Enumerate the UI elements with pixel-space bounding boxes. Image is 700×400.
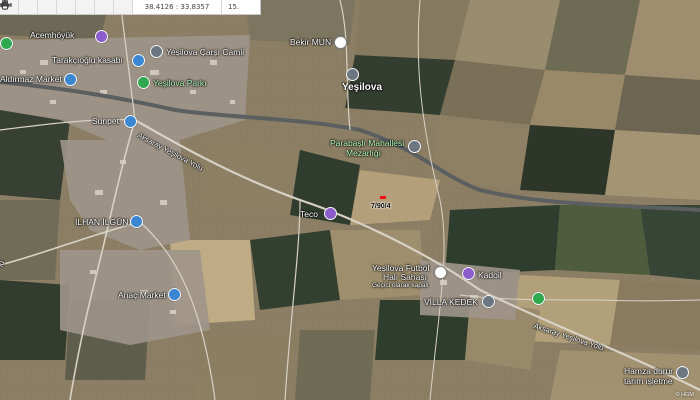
stadium-pin-icon[interactable] xyxy=(434,266,447,279)
label-kadoil[interactable]: Kadoil xyxy=(478,270,502,280)
map-toolbar: 38.4126 : 33.8357 15. xyxy=(0,0,261,15)
label-villa-kedek[interactable]: VİLLA KEDEK xyxy=(424,297,478,307)
market-pin-icon-2[interactable] xyxy=(168,288,181,301)
star-icon[interactable] xyxy=(0,0,95,14)
locate-icon[interactable] xyxy=(0,0,57,14)
print-icon[interactable] xyxy=(0,0,133,14)
refresh-icon[interactable] xyxy=(1,0,38,14)
label-futbol-2[interactable]: Halı Sahası xyxy=(383,272,427,282)
label-yesilova-town[interactable]: Yeşilova xyxy=(342,82,382,93)
label-anac-market[interactable]: Anaç Market xyxy=(118,290,166,300)
location-pin-icon[interactable] xyxy=(346,68,359,81)
zoom-level: 15. xyxy=(222,0,260,14)
market-pin-icon[interactable] xyxy=(64,73,77,86)
map-attribution: © HGM xyxy=(675,392,694,398)
label-tarakcioglu[interactable]: Tarakçıoğlu kasabı xyxy=(52,55,123,65)
label-parabasli-2[interactable]: Mezarlığı xyxy=(346,148,381,158)
label-hamza-2[interactable]: tarım işletme xyxy=(624,376,673,386)
label-hamza-1[interactable]: Hamza durur xyxy=(624,366,673,376)
label-sunpet[interactable]: Sunpet xyxy=(92,116,119,126)
label-parabasli-1[interactable]: Parabaşlı Mahallesi xyxy=(330,138,404,148)
place-pin-icon[interactable] xyxy=(334,36,347,49)
cemetery-pin-icon[interactable] xyxy=(408,140,421,153)
label-aldirmaz[interactable]: Aldırmaz Market xyxy=(0,74,62,84)
shop-pin-icon[interactable] xyxy=(132,54,145,67)
label-ilhan-ilgun[interactable]: İLHAN İLGÜN xyxy=(75,217,128,227)
tree-pin-icon[interactable] xyxy=(532,292,545,305)
label-acemhoyuk[interactable]: Acemhöyük xyxy=(30,30,74,40)
coordinates-readout: 38.4126 : 33.8357 xyxy=(133,0,222,14)
label-bekir-mun[interactable]: Bekir MUN xyxy=(290,37,331,47)
label-yesilova-carsi-camii[interactable]: Yeşilova Çarşı Camii xyxy=(166,47,244,57)
farm-pin-icon[interactable] xyxy=(676,366,689,379)
shop-pin-icon-2[interactable] xyxy=(130,215,143,228)
parcel-marker[interactable] xyxy=(380,196,386,199)
label-gecici: Geçici olarak kapalı xyxy=(372,282,429,289)
park-pin-icon[interactable] xyxy=(0,37,13,50)
poi-acemhoyuk-icon[interactable] xyxy=(95,30,108,43)
villa-pin-icon[interactable] xyxy=(482,295,495,308)
measure-icon[interactable] xyxy=(0,0,114,14)
gas-station-icon[interactable] xyxy=(124,115,137,128)
fuel-pin-icon[interactable] xyxy=(324,207,337,220)
fuel-pin-icon-2[interactable] xyxy=(462,267,475,280)
map-view[interactable]: 38.4126 : 33.8357 15. Acemhöyük Yeşilova… xyxy=(0,0,700,400)
label-teco[interactable]: Teco xyxy=(300,209,318,219)
info-icon[interactable] xyxy=(4,0,76,14)
park-flower-icon[interactable] xyxy=(137,76,150,89)
label-yesilova-parki[interactable]: Yeşilova Parkı xyxy=(153,78,207,88)
mosque-pin-icon[interactable] xyxy=(150,45,163,58)
parcel-number: 7/90/4 xyxy=(371,203,391,210)
